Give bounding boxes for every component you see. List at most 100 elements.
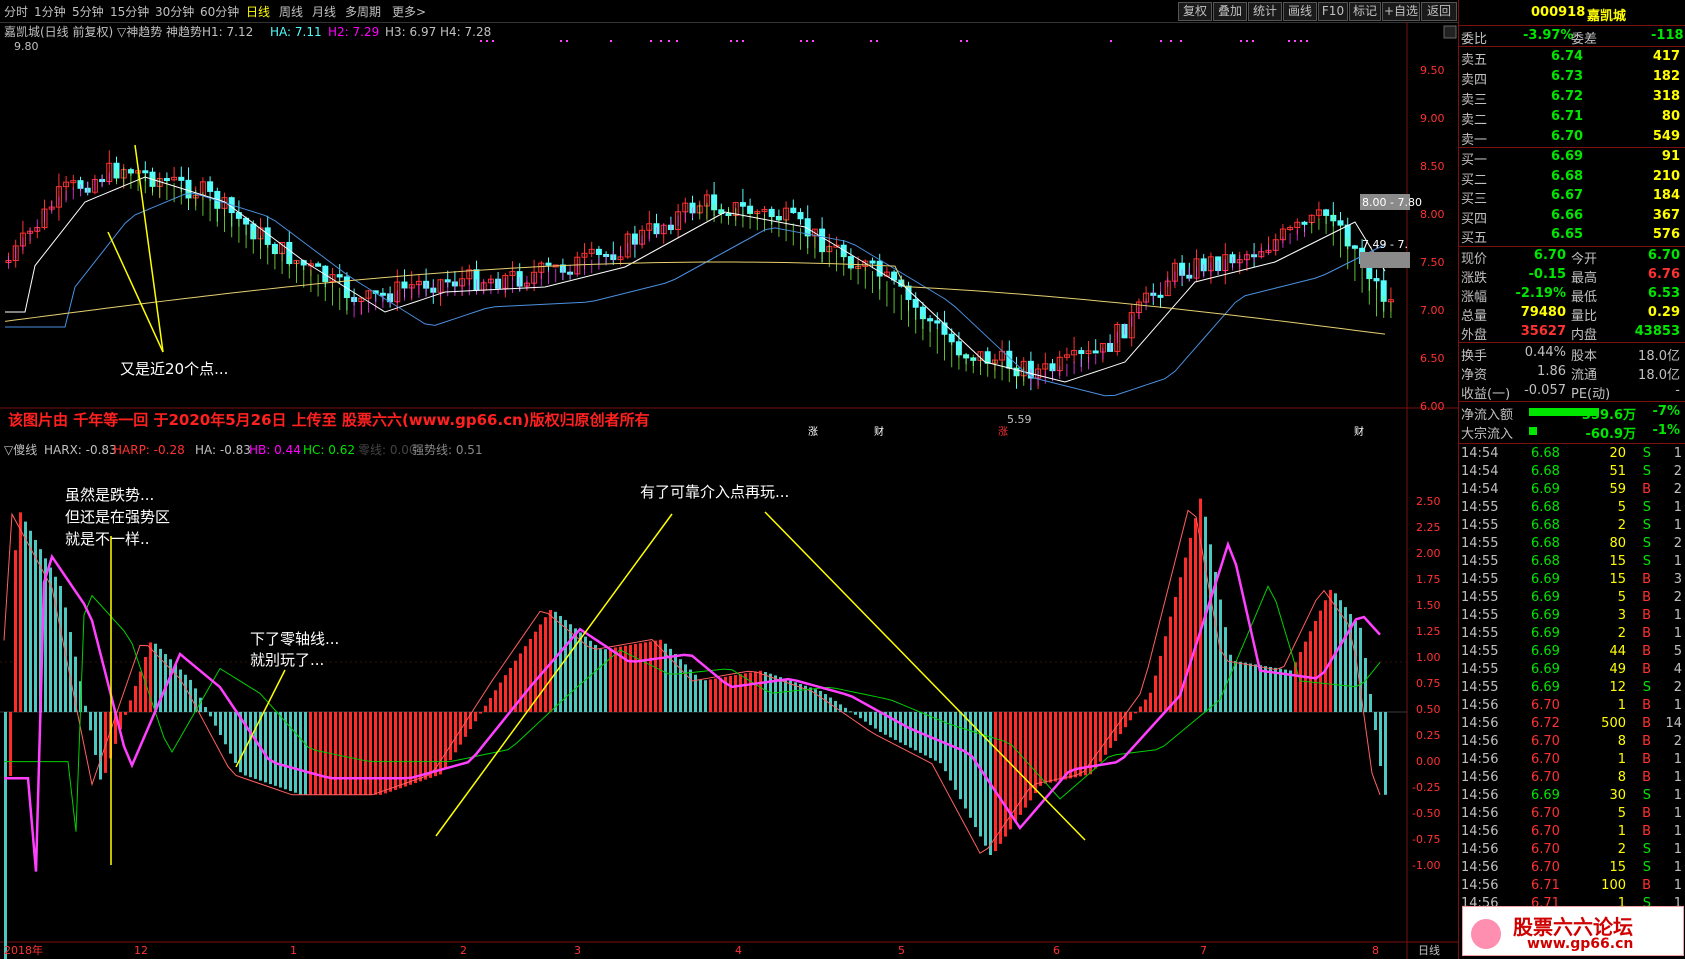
- tick-count: 1: [1673, 860, 1682, 875]
- histogram-bar: [1189, 537, 1192, 712]
- forum-logo: 股票六六论坛 www.gp66.cn: [1462, 906, 1684, 956]
- quote-value: -2.19%: [1515, 286, 1567, 301]
- tick-price: 6.68: [1531, 500, 1560, 515]
- histogram-bar: [749, 672, 752, 712]
- y-tick: 6.50: [1420, 352, 1445, 365]
- weibi-label: 委比: [1461, 32, 1488, 47]
- tf-more[interactable]: 更多>: [392, 3, 426, 20]
- signal-dot: [1300, 40, 1302, 42]
- tf-30min[interactable]: 30分钟: [155, 3, 194, 20]
- tick-price: 6.69: [1531, 572, 1560, 587]
- x-axis-mode[interactable]: 日线: [1418, 943, 1440, 957]
- histogram-bar: [1279, 668, 1282, 712]
- mark-button[interactable]: 标记: [1349, 2, 1381, 21]
- candle-body: [927, 318, 934, 322]
- tick-row: 14:55 6.69 49 B 4: [1459, 661, 1685, 680]
- tick-side: B: [1642, 770, 1651, 785]
- bid-price: 6.67: [1551, 188, 1584, 203]
- histogram-bar: [579, 632, 582, 712]
- histogram-bar: [224, 712, 227, 745]
- histogram-bar: [334, 712, 337, 795]
- tf-15min[interactable]: 15分钟: [110, 3, 149, 20]
- histogram-bar: [184, 674, 187, 712]
- tick-row: 14:56 6.70 2 S 1: [1459, 841, 1685, 860]
- tick-count: 1: [1673, 824, 1682, 839]
- histogram-bar: [1069, 712, 1072, 779]
- candle-body: [178, 176, 185, 181]
- bid-row: 买二 6.68 210: [1459, 168, 1685, 188]
- tick-time: 14:56: [1461, 824, 1499, 839]
- stats-button[interactable]: 统计: [1248, 2, 1282, 21]
- histogram-bar: [789, 680, 792, 712]
- flow-bar: [1529, 408, 1599, 416]
- quote-value: 6.76: [1647, 267, 1680, 282]
- f10-button[interactable]: F10: [1318, 2, 1348, 21]
- candle-body: [163, 178, 170, 182]
- tf-5min[interactable]: 5分钟: [72, 3, 104, 20]
- tf-monthly[interactable]: 月线: [312, 3, 336, 20]
- period-toolbar: 分时 1分钟 5分钟 15分钟 30分钟 60分钟 日线 周线 月线 多周期 更…: [0, 0, 1458, 23]
- tf-60min[interactable]: 60分钟: [200, 3, 239, 20]
- tick-row: 14:55 6.68 80 S 2: [1459, 535, 1685, 554]
- tf-multi[interactable]: 多周期: [345, 3, 381, 20]
- x-axis-label: 5: [898, 944, 905, 957]
- candle-body: [876, 260, 883, 277]
- marker-label: 财: [874, 425, 884, 438]
- histogram-bar: [689, 669, 692, 712]
- tick-count: 2: [1673, 482, 1682, 497]
- histogram-bar: [1059, 712, 1062, 781]
- ask-row: 卖五 6.74 417: [1459, 48, 1685, 68]
- bid-price: 6.68: [1551, 168, 1584, 184]
- tick-row: 14:55 6.69 2 B 1: [1459, 625, 1685, 644]
- tf-daily[interactable]: 日线: [246, 3, 270, 20]
- tick-side: S: [1642, 500, 1651, 515]
- signal-dot: [1170, 40, 1172, 42]
- histogram-bar: [704, 680, 707, 712]
- tick-time: 14:56: [1461, 716, 1499, 731]
- tick-count: 1: [1673, 770, 1682, 785]
- histogram-bar: [539, 624, 542, 712]
- tf-1min[interactable]: 1分钟: [34, 3, 66, 20]
- histogram-bar: [1109, 712, 1112, 748]
- candle-body: [1092, 350, 1099, 354]
- histogram-bar: [384, 712, 387, 794]
- histogram-bar: [1269, 666, 1272, 712]
- tick-time: 14:54: [1461, 446, 1499, 461]
- tick-volume: 8: [1617, 770, 1626, 785]
- tick-row: 14:56 6.70 1 B 1: [1459, 751, 1685, 770]
- main-candles: [4, 40, 1394, 397]
- y-tick: 2.00: [1416, 547, 1441, 560]
- ask-label: 卖五: [1461, 53, 1488, 68]
- tick-row: 14:55 6.69 44 B 5: [1459, 643, 1685, 662]
- flow-row: 大宗流入 -60.9万 -1%: [1459, 422, 1685, 442]
- back-button[interactable]: 返回: [1421, 2, 1457, 21]
- bid-price: 6.66: [1551, 207, 1584, 223]
- flow-pct: -1%: [1652, 423, 1680, 438]
- draw-button[interactable]: 画线: [1283, 2, 1317, 21]
- histogram-bar: [759, 670, 762, 712]
- tick-price: 6.68: [1531, 464, 1560, 479]
- tf-weekly[interactable]: 周线: [279, 3, 303, 20]
- tf-fenshi[interactable]: 分时: [4, 3, 28, 20]
- tick-price: 6.70: [1531, 734, 1560, 749]
- histogram-bar: [94, 712, 97, 755]
- add-favorite-button[interactable]: +自选: [1382, 2, 1420, 21]
- bid-label: 买一: [1461, 153, 1488, 168]
- candle-body: [315, 263, 322, 267]
- histogram-bar: [1264, 666, 1267, 712]
- histogram-bar: [1314, 620, 1317, 712]
- overlay-button[interactable]: 叠加: [1213, 2, 1247, 21]
- histogram-bar: [864, 712, 867, 722]
- adjust-button[interactable]: 复权: [1178, 2, 1212, 21]
- ma-line-yellow: [4, 261, 1386, 335]
- histogram-bar: [649, 641, 652, 712]
- kline-chart[interactable]: 嘉凯城(日线 前复权) ▽神趋势 神趋势H1: 7.12 HA: 7.11 H2…: [0, 22, 1458, 959]
- candle-body: [545, 262, 552, 266]
- histogram-bar: [54, 576, 57, 712]
- quote-label: 量比: [1571, 309, 1598, 324]
- histogram-bar: [784, 678, 787, 712]
- tick-side: B: [1642, 482, 1651, 497]
- stat-label: 换手: [1461, 349, 1488, 364]
- main-chart-collapse-icon[interactable]: [1443, 25, 1457, 39]
- histogram-bar: [979, 712, 982, 837]
